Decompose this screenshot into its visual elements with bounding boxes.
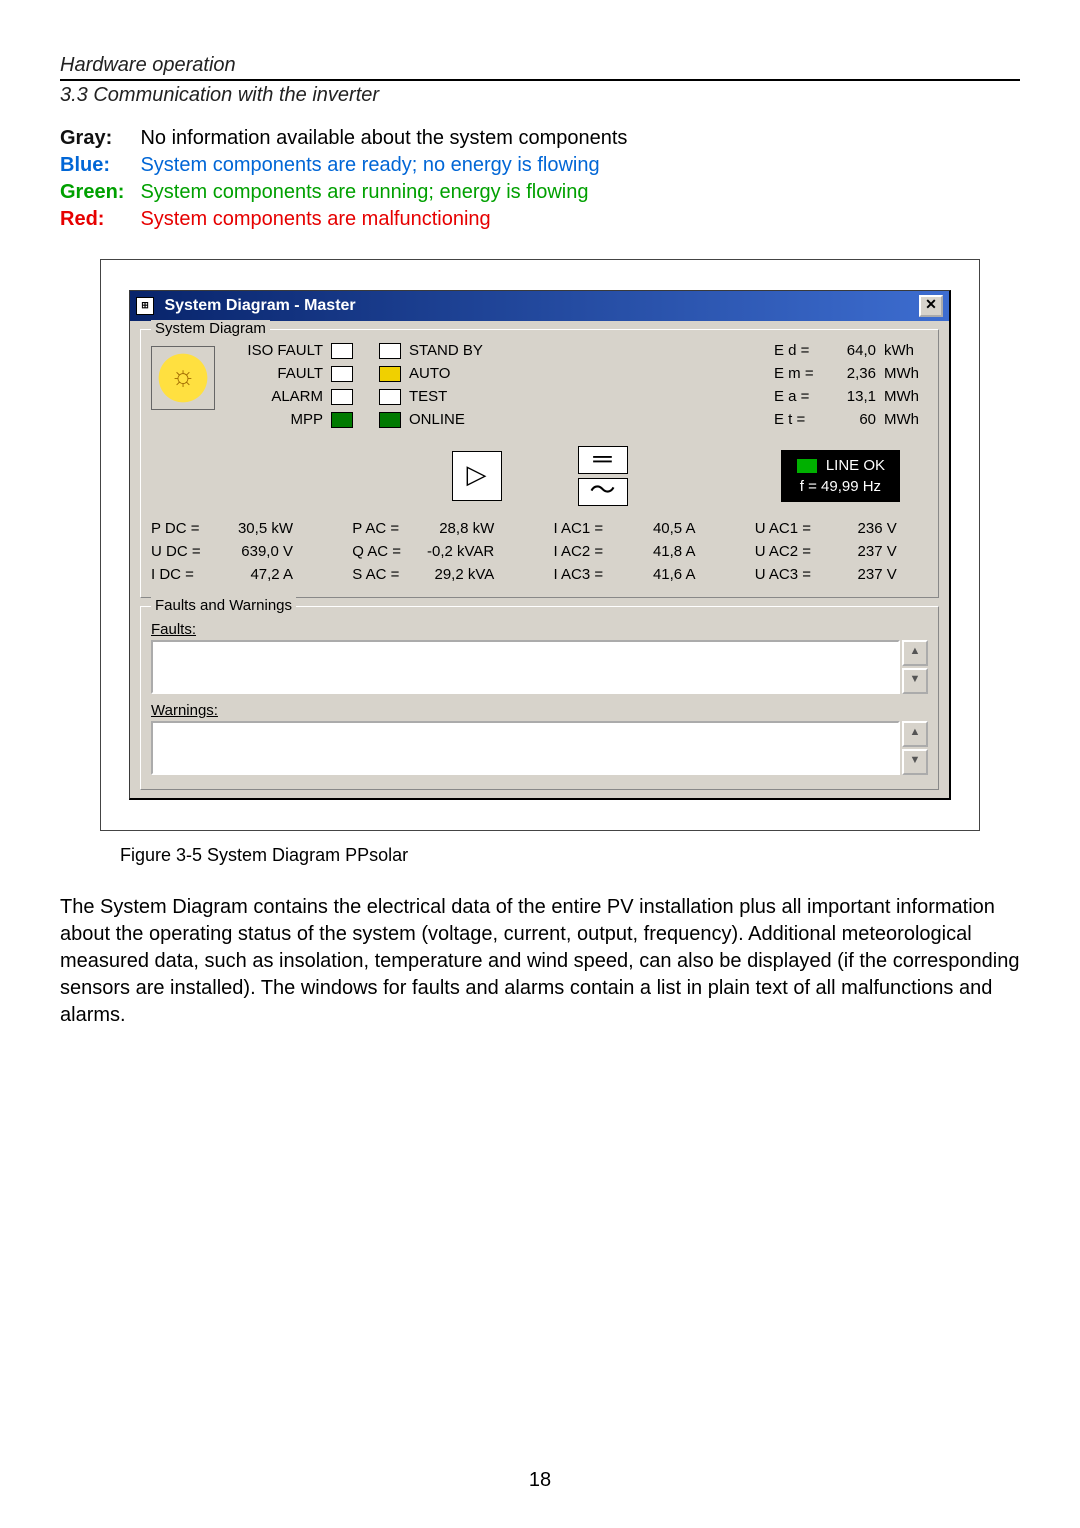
groupbox-system-title: System Diagram — [151, 320, 270, 337]
sac-label: S AC = — [352, 566, 416, 583]
window-close-button[interactable]: ✕ — [919, 295, 943, 317]
input-triangle-icon: ▷ — [452, 451, 502, 501]
uac2-value: 237 V — [825, 543, 897, 560]
uac3-label: U AC3 = — [755, 566, 819, 583]
pac-value: 28,8 kW — [422, 520, 494, 537]
status-auto-led — [379, 366, 401, 382]
legend-key-green: Green: — [60, 179, 140, 206]
window-icon: ⊞ — [136, 297, 154, 315]
legend-text-gray: No information available about the syste… — [140, 125, 627, 152]
figure-caption: Figure 3-5 System Diagram PPsolar — [120, 845, 1020, 866]
status-mpp-led — [331, 412, 353, 428]
legend-text-green: System components are running; energy is… — [140, 179, 627, 206]
ea-value: 13,1 — [830, 388, 876, 405]
udc-label: U DC = — [151, 543, 215, 560]
et-unit: MWh — [884, 411, 928, 428]
legend-text-red: System components are malfunctioning — [140, 206, 627, 233]
qac-label: Q AC = — [352, 543, 416, 560]
doc-header-title: Hardware operation — [60, 54, 1020, 79]
ed-unit: kWh — [884, 342, 928, 359]
status-standby-led — [379, 343, 401, 359]
iac1-value: 40,5 A — [624, 520, 696, 537]
line-frequency: f = 49,99 Hz — [796, 474, 885, 495]
line-ok-led — [796, 458, 818, 474]
status-iso-fault-label: ISO FAULT — [243, 342, 323, 359]
legend-key-gray: Gray: — [60, 125, 140, 152]
legend-text-blue: System components are ready; no energy i… — [140, 152, 627, 179]
status-indicators: ISO FAULT FAULT ALARM MPP STAND BY AUTO … — [243, 342, 483, 428]
system-diagram-window: ⊞ System Diagram - Master ✕ System Diagr… — [129, 290, 951, 800]
warnings-subheading: Warnings: — [151, 702, 928, 719]
status-fault-led — [331, 366, 353, 382]
warnings-scroll-down-button[interactable]: ▼ — [902, 749, 928, 775]
dc-symbol-icon: ═ — [578, 446, 628, 474]
ed-label: E d = — [774, 342, 822, 359]
status-fault-label: FAULT — [243, 365, 323, 382]
status-alarm-label: ALARM — [243, 388, 323, 405]
iac2-value: 41,8 A — [624, 543, 696, 560]
ac-symbol-icon: 〜 — [578, 478, 628, 506]
uac2-label: U AC2 = — [755, 543, 819, 560]
doc-header-subtitle: 3.3 Communication with the inverter — [60, 84, 1020, 107]
uac1-label: U AC1 = — [755, 520, 819, 537]
measurement-grid: P DC = 30,5 kW P AC = 28,8 kW I AC1 = 40,5 … — [151, 520, 928, 583]
legend-key-blue: Blue: — [60, 152, 140, 179]
legend-key-red: Red: — [60, 206, 140, 233]
iac3-label: I AC3 = — [554, 566, 618, 583]
status-test-led — [379, 389, 401, 405]
status-auto-label: AUTO — [409, 365, 450, 382]
iac1-label: I AC1 = — [554, 520, 618, 537]
energy-readings: E d = 64,0 kWh E m = 2,36 MWh E a = 13,1 MWh E… — [774, 342, 928, 428]
status-test-label: TEST — [409, 388, 447, 405]
em-label: E m = — [774, 365, 822, 382]
uac1-value: 236 V — [825, 520, 897, 537]
status-mpp-label: MPP — [243, 411, 323, 428]
window-titlebar[interactable]: ⊞ System Diagram - Master ✕ — [130, 291, 949, 321]
groupbox-faults-warnings: Faults and Warnings Faults: ▲ ▼ Warnings… — [140, 606, 939, 790]
ea-label: E a = — [774, 388, 822, 405]
groupbox-system-diagram: System Diagram ☼ ISO FAULT FAULT ALARM M… — [140, 329, 939, 598]
page-number: 18 — [0, 1469, 1080, 1492]
figure-frame: ⊞ System Diagram - Master ✕ System Diagr… — [100, 259, 980, 831]
status-alarm-led — [331, 389, 353, 405]
sun-icon: ☼ — [151, 346, 215, 410]
body-paragraph: The System Diagram contains the electric… — [60, 894, 1020, 1029]
iac3-value: 41,6 A — [624, 566, 696, 583]
groupbox-faults-title: Faults and Warnings — [151, 597, 296, 614]
faults-scroll-down-button[interactable]: ▼ — [902, 668, 928, 694]
ed-value: 64,0 — [830, 342, 876, 359]
pac-label: P AC = — [352, 520, 416, 537]
em-unit: MWh — [884, 365, 928, 382]
et-label: E t = — [774, 411, 822, 428]
status-online-led — [379, 412, 401, 428]
ea-unit: MWh — [884, 388, 928, 405]
em-value: 2,36 — [830, 365, 876, 382]
udc-value: 639,0 V — [221, 543, 293, 560]
doc-header-rule — [60, 79, 1020, 81]
iac2-label: I AC2 = — [554, 543, 618, 560]
faults-subheading: Faults: — [151, 621, 928, 638]
idc-value: 47,2 A — [221, 566, 293, 583]
warnings-scroll-up-button[interactable]: ▲ — [902, 721, 928, 747]
status-iso-fault-led — [331, 343, 353, 359]
sac-value: 29,2 kVA — [422, 566, 494, 583]
faults-scroll-up-button[interactable]: ▲ — [902, 640, 928, 666]
idc-label: I DC = — [151, 566, 215, 583]
window-title-text: System Diagram - Master — [164, 297, 355, 314]
et-value: 60 — [830, 411, 876, 428]
line-ok-label: LINE OK — [826, 457, 885, 474]
faults-list[interactable] — [151, 640, 900, 694]
status-standby-label: STAND BY — [409, 342, 483, 359]
warnings-list[interactable] — [151, 721, 900, 775]
line-status-box: LINE OK f = 49,99 Hz — [781, 450, 900, 502]
uac3-value: 237 V — [825, 566, 897, 583]
qac-value: -0,2 kVAR — [422, 543, 494, 560]
color-legend: Gray: No information available about the… — [60, 125, 627, 233]
pdc-value: 30,5 kW — [221, 520, 293, 537]
status-online-label: ONLINE — [409, 411, 465, 428]
pdc-label: P DC = — [151, 520, 215, 537]
